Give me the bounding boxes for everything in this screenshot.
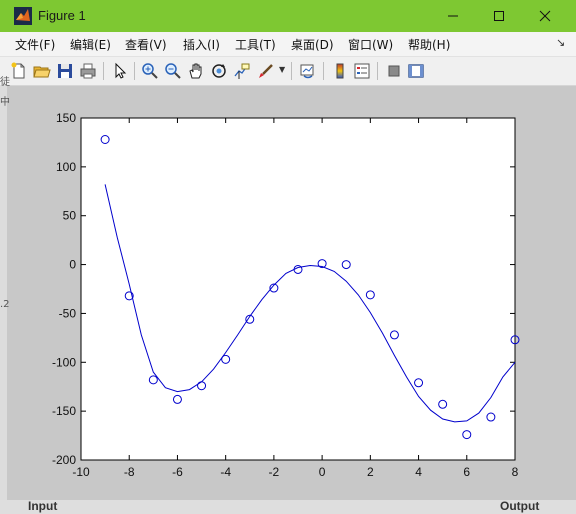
background-window-strip: Input Output: [0, 499, 576, 514]
colorbar-icon: [336, 63, 344, 79]
show-tools-icon: [408, 64, 424, 78]
minimize-icon: [448, 15, 458, 17]
x-tick-label: 8: [512, 465, 519, 479]
x-tick-label: -2: [269, 465, 280, 479]
menu-help[interactable]: 帮助(H): [408, 36, 450, 53]
menu-bar: 文件(F) 编辑(E) 查看(V) 插入(I) 工具(T) 桌面(D) 窗口(W…: [0, 32, 576, 57]
y-tick-label: -50: [59, 306, 77, 320]
x-tick-label: 2: [367, 465, 374, 479]
toolbar-separator: [134, 62, 135, 80]
background-fragment: Input: [28, 499, 58, 513]
menu-tools[interactable]: 工具(T): [235, 36, 276, 53]
legend-icon: [354, 63, 370, 79]
toolbar-separator: [103, 62, 104, 80]
figure-toolbar: ▼: [0, 57, 576, 86]
y-tick-label: -200: [52, 453, 76, 467]
data-cursor-icon: [234, 63, 250, 79]
y-tick-label: 150: [56, 111, 76, 125]
hide-tools-icon: [388, 65, 400, 77]
new-document-icon: [11, 62, 25, 79]
rotate-icon: [212, 64, 226, 78]
menu-view[interactable]: 查看(V): [125, 36, 167, 53]
y-tick-label: -150: [52, 404, 76, 418]
chevron-down-icon[interactable]: ▼: [279, 65, 285, 74]
new-figure-button[interactable]: [9, 61, 29, 81]
rotate-3d-button[interactable]: [209, 61, 229, 81]
save-figure-button[interactable]: [55, 61, 75, 81]
y-tick-label: 50: [63, 209, 77, 223]
matlab-logo-icon: [14, 7, 32, 25]
menu-edit[interactable]: 编辑(E): [70, 36, 111, 53]
toolbar-separator: [323, 62, 324, 80]
brush-icon: [259, 64, 273, 78]
arrow-cursor-icon: [115, 62, 127, 79]
brush-button[interactable]: ▼: [256, 61, 285, 81]
x-tick-label: -6: [172, 465, 183, 479]
zoom-out-icon: [165, 63, 181, 79]
close-button[interactable]: [522, 0, 568, 32]
y-tick-label: 100: [56, 160, 76, 174]
window-title: Figure 1: [38, 8, 86, 23]
x-tick-label: 0: [319, 465, 326, 479]
close-icon: [539, 10, 551, 22]
floppy-disk-icon: [58, 64, 72, 78]
maximize-icon: [494, 11, 504, 21]
title-bar[interactable]: Figure 1: [0, 0, 576, 32]
figure-window: Figure 1 文件(F) 编辑(E) 查看(V) 插入(I) 工具(T) 桌…: [0, 0, 576, 514]
maximize-button[interactable]: [476, 0, 522, 32]
x-tick-label: -4: [220, 465, 231, 479]
menu-insert[interactable]: 插入(I): [183, 36, 220, 53]
x-tick-label: -10: [72, 465, 90, 479]
folder-open-icon: [33, 66, 51, 78]
menu-desktop[interactable]: 桌面(D): [291, 36, 334, 53]
edit-plot-button[interactable]: [110, 61, 130, 81]
x-tick-label: 6: [463, 465, 470, 479]
plot-axes[interactable]: -10 -8 -6 -4 -2 0 2 4 6 8 150 100 50 0 -50 -100 -150 -200: [0, 85, 576, 480]
pan-button[interactable]: [186, 61, 206, 81]
zoom-in-icon: [142, 63, 158, 79]
background-fragment: Output: [500, 499, 540, 513]
zoom-in-button[interactable]: [140, 61, 160, 81]
y-tick-label: 0: [69, 258, 76, 272]
data-cursor-button[interactable]: [232, 61, 252, 81]
link-icon: [300, 64, 314, 79]
show-plot-tools-button[interactable]: [406, 61, 426, 81]
hand-icon: [189, 63, 202, 79]
dock-arrow-icon[interactable]: ↘: [556, 36, 565, 49]
minimize-button[interactable]: [430, 0, 476, 32]
hide-plot-tools-button[interactable]: [384, 61, 404, 81]
insert-colorbar-button[interactable]: [330, 61, 350, 81]
link-plot-button[interactable]: [298, 61, 318, 81]
printer-icon: [80, 63, 96, 79]
menu-window[interactable]: 窗口(W): [348, 36, 393, 53]
open-file-button[interactable]: [32, 61, 52, 81]
print-figure-button[interactable]: [78, 61, 98, 81]
x-tick-label: 4: [415, 465, 422, 479]
toolbar-separator: [291, 62, 292, 80]
axes-background: [80, 117, 516, 461]
x-tick-label: -8: [124, 465, 135, 479]
menu-file[interactable]: 文件(F): [15, 36, 55, 53]
zoom-out-button[interactable]: [163, 61, 183, 81]
insert-legend-button[interactable]: [352, 61, 372, 81]
toolbar-separator: [377, 62, 378, 80]
y-tick-label: -100: [52, 355, 76, 369]
